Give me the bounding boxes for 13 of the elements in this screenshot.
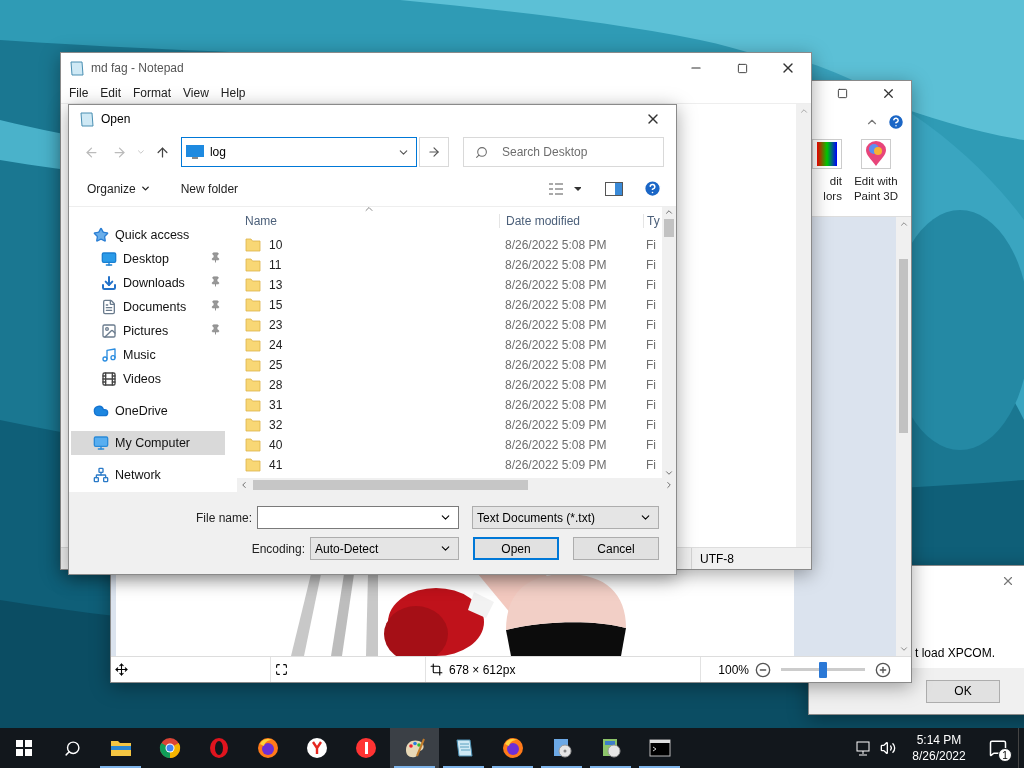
browser-icon — [304, 736, 329, 760]
firefox-icon — [500, 736, 525, 760]
notification-button[interactable]: 1 — [978, 728, 1018, 768]
notification-count: 1 — [998, 748, 1012, 762]
browser-icon — [353, 736, 378, 760]
clock[interactable]: 5:14 PM 8/26/2022 — [908, 732, 970, 764]
firefox-icon — [255, 736, 280, 760]
chrome-icon — [157, 736, 182, 760]
search-icon — [63, 739, 81, 757]
windows-icon — [16, 740, 32, 756]
taskbar-app[interactable] — [390, 728, 439, 768]
terminal-icon — [647, 736, 672, 760]
volume-icon[interactable] — [880, 740, 896, 756]
